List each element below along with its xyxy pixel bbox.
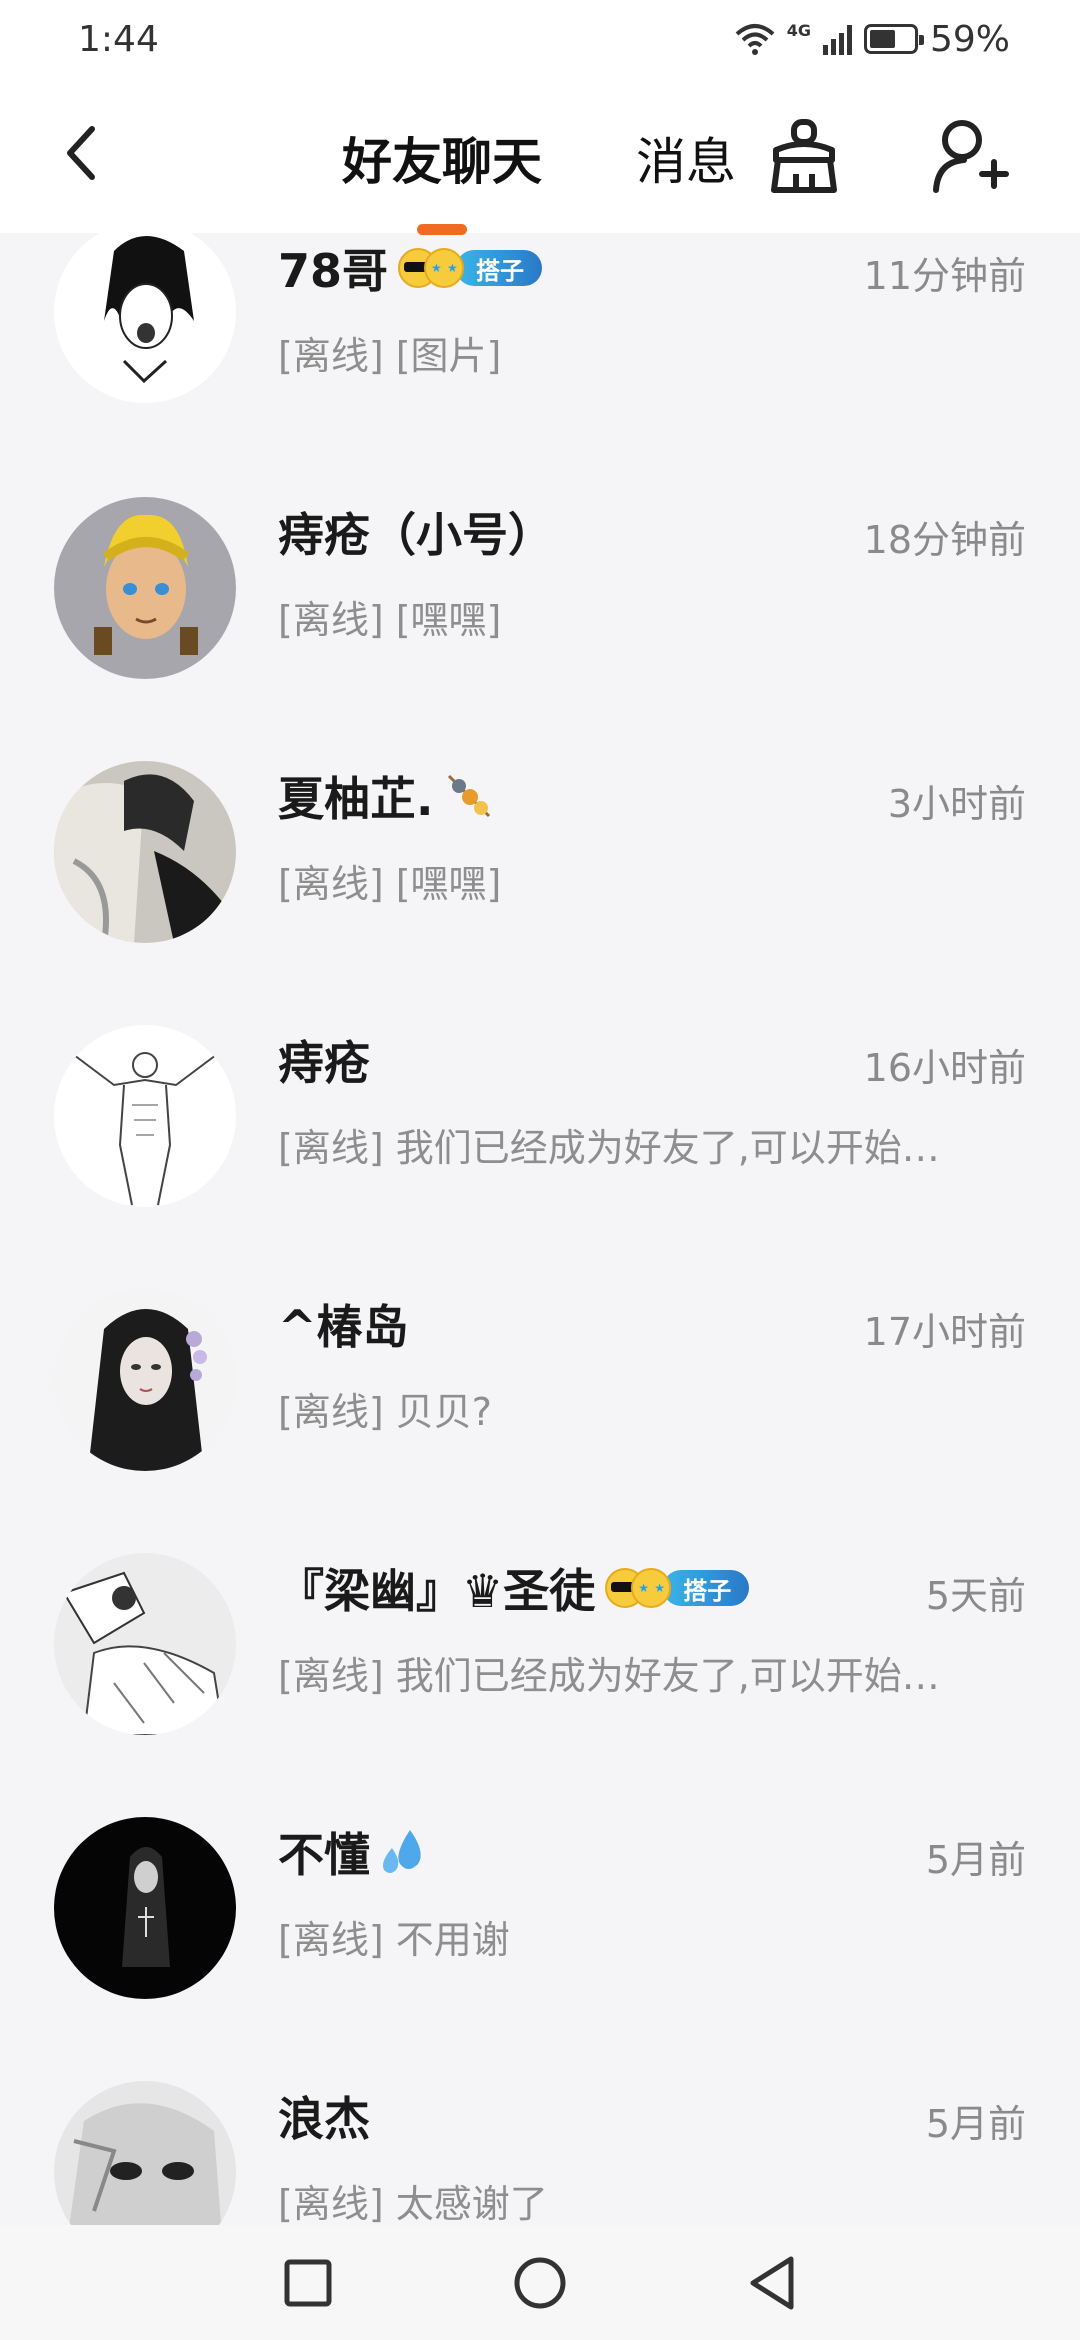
square-icon bbox=[284, 2259, 332, 2307]
triangle-back-icon bbox=[750, 2256, 794, 2310]
message-preview: [离线] 我们已经成为好友了,可以开始… bbox=[278, 1654, 940, 1698]
buddy-badge: ★ ★ 搭子 bbox=[398, 248, 543, 288]
add-user-icon bbox=[933, 120, 1009, 193]
message-preview: [离线] [嘿嘿] bbox=[278, 862, 502, 906]
message-time: 16小时前 bbox=[863, 1046, 1026, 1090]
chat-row[interactable]: 痔疮（小号） 18分钟前 [离线] [嘿嘿] bbox=[0, 497, 1080, 761]
avatar-image bbox=[54, 1025, 236, 1207]
skewer-emoji-icon bbox=[448, 774, 491, 818]
avatar-image bbox=[54, 761, 236, 943]
chat-row[interactable]: 浪杰 5月前 [离线] 太感谢了 bbox=[0, 2081, 1080, 2225]
message-time: 5天前 bbox=[925, 1574, 1026, 1618]
avatar[interactable] bbox=[54, 761, 236, 943]
recents-button[interactable] bbox=[278, 2253, 338, 2313]
star-eyes-emoji-icon: ★ ★ bbox=[424, 248, 465, 288]
chat-row[interactable]: 『梁幽』♛圣徒 ★ ★ 搭子 5天前 [离线] 我们已经成为好友了,可以开始… bbox=[0, 1553, 1080, 1817]
contact-name: 痔疮（小号） bbox=[278, 508, 554, 562]
battery-level-fill bbox=[869, 30, 895, 48]
avatar-image bbox=[54, 2081, 236, 2225]
chat-row[interactable]: 夏柚芷. 3小时前 [离线] [嘿嘿] bbox=[0, 761, 1080, 1025]
avatar[interactable] bbox=[54, 1817, 236, 1999]
home-button[interactable] bbox=[510, 2253, 570, 2313]
star-eyes-emoji-icon: ★ ★ bbox=[631, 1568, 672, 1608]
buddy-badge: ★ ★ 搭子 bbox=[605, 1568, 750, 1608]
tab-friend-chat[interactable]: 好友聊天 bbox=[332, 122, 552, 192]
nickname-line: 夏柚芷. bbox=[278, 761, 495, 831]
nickname-line: 痔疮（小号） bbox=[278, 497, 554, 567]
battery-percent: 59% bbox=[929, 18, 1010, 60]
avatar-image bbox=[54, 1553, 236, 1735]
system-nav-bar bbox=[0, 2225, 1080, 2340]
status-bar: 1:44 4G 59% bbox=[0, 0, 1080, 78]
back-button[interactable] bbox=[50, 118, 110, 188]
message-time: 11分钟前 bbox=[863, 254, 1026, 298]
contact-name: ^椿岛 bbox=[278, 1300, 409, 1354]
buddy-tag: 搭子 bbox=[663, 1570, 750, 1606]
avatar[interactable] bbox=[54, 1289, 236, 1471]
message-time: 18分钟前 bbox=[863, 518, 1026, 562]
status-icons: 4G 59% bbox=[735, 19, 1010, 60]
message-time: 17小时前 bbox=[863, 1310, 1026, 1354]
avatar[interactable] bbox=[54, 1025, 236, 1207]
nickname-line: ^椿岛 bbox=[278, 1289, 409, 1359]
top-header: 好友聊天 消息 bbox=[0, 78, 1080, 235]
message-time: 5月前 bbox=[925, 2102, 1026, 2146]
nickname-line: 『梁幽』♛圣徒 ★ ★ 搭子 bbox=[278, 1553, 750, 1623]
chat-list[interactable]: 78哥 ★ ★ 搭子 11分钟前 [离线] [图片] 痔疮（小号） 18分钟前 … bbox=[0, 233, 1080, 2225]
chat-row[interactable]: 78哥 ★ ★ 搭子 11分钟前 [离线] [图片] bbox=[0, 233, 1080, 497]
avatar[interactable] bbox=[54, 497, 236, 679]
chat-row[interactable]: 不懂 5月前 [离线] 不用谢 bbox=[0, 1817, 1080, 2081]
message-preview: [离线] [嘿嘿] bbox=[278, 598, 502, 642]
message-preview: [离线] 太感谢了 bbox=[278, 2182, 548, 2225]
contact-name: 『梁幽』♛圣徒 bbox=[278, 1564, 596, 1618]
nickname-line: 痔疮 bbox=[278, 1025, 370, 1095]
circle-icon bbox=[514, 2257, 566, 2309]
contact-name: 痔疮 bbox=[278, 1036, 370, 1090]
battery-icon bbox=[863, 24, 924, 54]
message-preview: [离线] 不用谢 bbox=[278, 1918, 510, 1962]
add-friend-button[interactable] bbox=[930, 116, 1010, 196]
avatar[interactable] bbox=[54, 1553, 236, 1735]
broom-icon bbox=[771, 119, 837, 193]
nickname-line: 78哥 ★ ★ 搭子 bbox=[278, 233, 543, 303]
sweat-droplets-emoji-icon bbox=[383, 1830, 421, 1873]
clear-messages-button[interactable] bbox=[766, 116, 842, 196]
signal-icon bbox=[822, 23, 852, 55]
message-time: 5月前 bbox=[925, 1838, 1026, 1882]
contact-name: 浪杰 bbox=[278, 2092, 370, 2146]
tab-messages[interactable]: 消息 bbox=[636, 122, 756, 192]
avatar-image bbox=[54, 1289, 236, 1471]
message-preview: [离线] 贝贝? bbox=[278, 1390, 492, 1434]
nickname-line: 浪杰 bbox=[278, 2081, 370, 2151]
avatar-image bbox=[54, 233, 236, 403]
status-time: 1:44 bbox=[78, 18, 159, 60]
nickname-line: 不懂 bbox=[278, 1817, 432, 1887]
avatar[interactable] bbox=[54, 233, 236, 403]
message-preview: [离线] 我们已经成为好友了,可以开始… bbox=[278, 1126, 940, 1170]
message-time: 3小时前 bbox=[887, 782, 1026, 826]
avatar-image bbox=[54, 497, 236, 679]
network-type-label: 4G bbox=[786, 20, 811, 40]
contact-name: 不懂 bbox=[278, 1828, 370, 1882]
wifi-icon bbox=[735, 24, 775, 55]
avatar[interactable] bbox=[54, 2081, 236, 2225]
chat-row[interactable]: 痔疮 16小时前 [离线] 我们已经成为好友了,可以开始… bbox=[0, 1025, 1080, 1289]
contact-name: 78哥 bbox=[278, 244, 389, 298]
message-preview: [离线] [图片] bbox=[278, 334, 502, 378]
chevron-left-icon bbox=[67, 126, 95, 180]
avatar-image bbox=[54, 1817, 236, 1999]
contact-name: 夏柚芷. bbox=[278, 772, 434, 826]
chat-row[interactable]: ^椿岛 17小时前 [离线] 贝贝? bbox=[0, 1289, 1080, 1553]
back-nav-button[interactable] bbox=[742, 2253, 802, 2313]
buddy-tag: 搭子 bbox=[456, 250, 543, 286]
